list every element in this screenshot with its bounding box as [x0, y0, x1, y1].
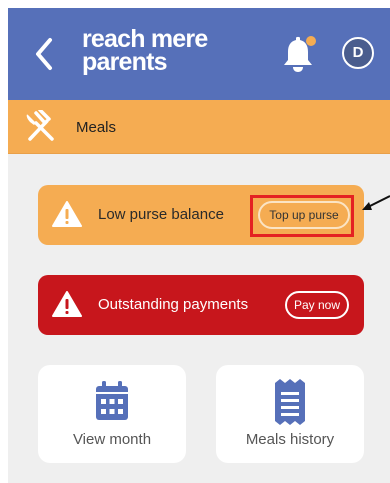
- logo-line-2: parents: [82, 48, 168, 76]
- app-logo: reach mere parents: [82, 27, 208, 76]
- pointer-arrow-icon: [362, 195, 390, 210]
- meals-history-tile[interactable]: Meals history: [216, 365, 364, 463]
- avatar[interactable]: D: [342, 37, 374, 69]
- low-balance-text: Low purse balance: [98, 206, 224, 223]
- app-screen: reach mere parents D Meals Low purse bal…: [8, 8, 390, 483]
- back-arrow-icon[interactable]: [30, 34, 60, 74]
- warning-icon: [52, 291, 82, 317]
- top-up-purse-button[interactable]: Top up purse: [258, 201, 350, 229]
- notification-dot: [306, 36, 316, 46]
- calendar-icon: [96, 381, 128, 420]
- section-bar-meals: Meals: [8, 100, 390, 154]
- outstanding-payments-alert: Outstanding payments Pay now: [38, 275, 364, 335]
- low-balance-alert: Low purse balance Top up purse: [38, 185, 364, 245]
- warning-icon: [52, 201, 82, 227]
- view-month-tile[interactable]: View month: [38, 365, 186, 463]
- notification-bell-icon[interactable]: [280, 34, 316, 74]
- receipt-icon: [275, 379, 305, 425]
- pay-now-button[interactable]: Pay now: [285, 291, 349, 319]
- outstanding-payments-text: Outstanding payments: [98, 296, 249, 313]
- header-bar: reach mere parents D: [8, 8, 390, 100]
- meals-history-label: Meals history: [245, 431, 335, 448]
- section-title: Meals: [76, 119, 117, 136]
- fork-knife-icon: [26, 110, 54, 141]
- view-month-label: View month: [72, 431, 152, 448]
